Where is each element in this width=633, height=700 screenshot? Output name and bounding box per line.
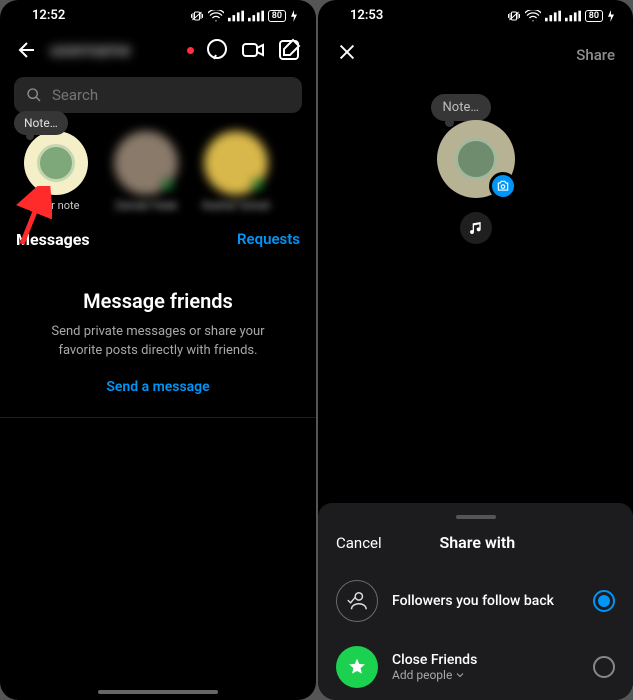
back-button[interactable]	[14, 37, 40, 63]
vibrate-icon	[190, 10, 204, 22]
battery-pct: 80	[268, 10, 286, 22]
note-label: Kashaf Sohail	[202, 199, 269, 212]
empty-title: Message friends	[28, 289, 288, 313]
sheet-title: Share with	[340, 533, 615, 552]
share-option-close-friends[interactable]: Close Friends Add people	[318, 634, 633, 700]
vibrate-icon	[507, 10, 521, 22]
home-indicator[interactable]	[98, 690, 218, 694]
compose-button[interactable]	[276, 37, 302, 63]
wifi-icon	[525, 10, 541, 22]
new-chat-button[interactable]	[204, 37, 230, 63]
status-icons: 80	[507, 10, 615, 22]
search-input[interactable]	[52, 86, 290, 104]
wifi-icon	[208, 10, 224, 22]
close-icon	[336, 41, 358, 63]
dm-header: username	[0, 27, 316, 73]
camera-icon	[496, 179, 510, 193]
add-music-button[interactable]	[460, 212, 492, 244]
close-button[interactable]	[336, 41, 358, 69]
signal-icon-2	[565, 10, 581, 22]
clock: 12:52	[32, 8, 65, 23]
chat-bubble-icon	[205, 38, 229, 62]
video-icon	[241, 38, 265, 62]
note-header: Share	[318, 27, 633, 83]
person-check-icon	[346, 590, 368, 612]
option-sublabel[interactable]: Add people	[392, 668, 579, 682]
search-icon	[26, 87, 42, 103]
contact-note-1[interactable]: Zainab Falak	[110, 131, 182, 212]
star-icon	[347, 657, 367, 677]
online-dot-icon	[252, 179, 264, 191]
battery-pct: 80	[585, 10, 603, 22]
arrow-left-icon	[15, 38, 39, 62]
empty-state: Message friends Send private messages or…	[0, 253, 316, 417]
signal-icon	[228, 10, 244, 22]
divider	[0, 417, 316, 418]
avatar	[437, 120, 515, 198]
avatar	[114, 131, 178, 195]
note-label: Zainab Falak	[115, 199, 177, 212]
option-text: Followers you follow back	[392, 593, 579, 609]
close-friends-icon	[336, 646, 378, 688]
note-bubble: Note…	[14, 111, 68, 135]
video-call-button[interactable]	[240, 37, 266, 63]
radio-unselected[interactable]	[593, 656, 615, 678]
followers-icon	[336, 580, 378, 622]
add-photo-button[interactable]	[489, 172, 517, 200]
option-text: Close Friends Add people	[392, 652, 579, 682]
note-compose-screen: 12:53 80 Share Note… Cancel	[318, 0, 633, 700]
contact-note-2[interactable]: Kashaf Sohail	[200, 131, 272, 212]
share-sheet: Cancel Share with Followers you follow b…	[318, 503, 633, 700]
note-preview: Note…	[437, 120, 515, 244]
compose-icon	[277, 38, 301, 62]
empty-subtitle: Send private messages or share your favo…	[28, 323, 288, 361]
clock: 12:53	[350, 8, 383, 23]
sheet-header: Cancel Share with	[318, 527, 633, 568]
send-message-button[interactable]: Send a message	[28, 379, 288, 395]
status-bar: 12:52 80	[0, 0, 316, 27]
notification-dot	[187, 47, 194, 54]
option-label: Close Friends	[392, 652, 579, 668]
share-option-followers[interactable]: Followers you follow back	[318, 568, 633, 634]
radio-selected[interactable]	[593, 590, 615, 612]
search-field[interactable]	[14, 77, 302, 113]
signal-icon-2	[248, 10, 264, 22]
option-label: Followers you follow back	[392, 593, 579, 609]
avatar	[204, 131, 268, 195]
status-bar: 12:53 80	[318, 0, 633, 27]
chevron-down-icon	[454, 669, 466, 681]
online-dot-icon	[162, 179, 174, 191]
note-text-bubble[interactable]: Note…	[431, 94, 492, 121]
tab-requests[interactable]: Requests	[237, 230, 300, 249]
charging-icon	[607, 10, 615, 22]
account-username[interactable]: username	[50, 40, 177, 61]
annotation-arrow-icon	[12, 186, 52, 246]
signal-icon	[545, 10, 561, 22]
charging-icon	[290, 10, 298, 22]
dm-screen: 12:52 80 username Note…	[0, 0, 316, 700]
share-button[interactable]: Share	[576, 46, 615, 64]
status-icons: 80	[190, 10, 298, 22]
music-note-icon	[468, 220, 484, 236]
sheet-handle[interactable]	[456, 515, 496, 519]
